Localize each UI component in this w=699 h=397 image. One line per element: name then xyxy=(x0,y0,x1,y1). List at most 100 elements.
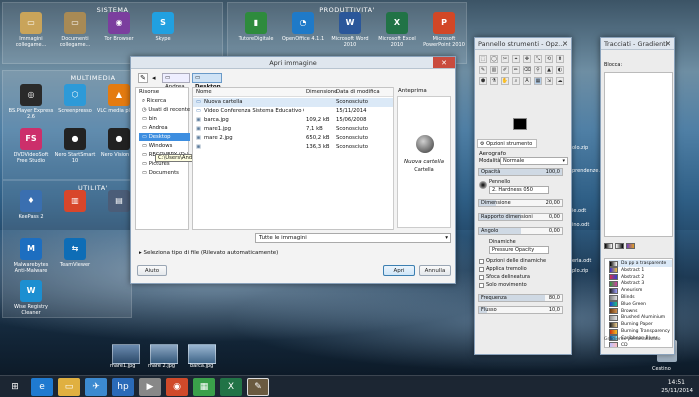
gradient-swatch[interactable] xyxy=(614,243,624,249)
option-checkbox[interactable]: Opzioni delle dinamiche xyxy=(479,258,546,264)
desktop-icon[interactable]: ◔ OpenOffice 4.1.1 xyxy=(280,12,326,42)
tool-icon[interactable]: ⬍ xyxy=(556,55,564,63)
desktop-icon[interactable]: ◉ Tor Browser xyxy=(96,12,142,42)
store-icon[interactable]: ▦ xyxy=(193,378,215,396)
place-item[interactable]: ◷ Usati di recente xyxy=(139,106,190,114)
internet-explorer-icon[interactable]: e xyxy=(31,378,53,396)
tool-icon[interactable]: ⟲ xyxy=(545,55,553,63)
tool-icon[interactable]: ▥ xyxy=(490,66,498,74)
tool-icon[interactable]: ✂ xyxy=(501,55,509,63)
desktop-file-label[interactable]: plo.zip xyxy=(572,268,588,274)
place-item[interactable]: ⌕ Ricerca xyxy=(139,97,190,105)
tool-icon[interactable]: ✥ xyxy=(523,55,531,63)
option-checkbox[interactable]: Solo movimento xyxy=(479,282,527,288)
media-app-icon[interactable]: ▶ xyxy=(139,378,161,396)
desktop-file-label[interactable]: ie.odt xyxy=(572,208,586,214)
tool-icon[interactable]: A xyxy=(523,77,531,85)
option-checkbox[interactable]: Applica tremolio xyxy=(479,266,527,272)
toolbox-titlebar[interactable]: Pannello strumenti - Opz... ✕ xyxy=(475,38,571,50)
help-button[interactable]: Aiuto xyxy=(137,265,167,276)
tool-icon[interactable]: ▦ xyxy=(534,77,542,85)
gradient-item[interactable]: CD xyxy=(609,342,672,347)
hp-app-icon[interactable]: hp xyxy=(112,378,134,396)
gimp-icon[interactable]: ✎ xyxy=(247,378,269,396)
select-file-type-toggle[interactable]: ▸ Seleziona tipo di file (Rilevato autom… xyxy=(139,250,278,256)
clock-time[interactable]: 14:51 xyxy=(668,379,685,386)
feather-app-icon[interactable]: ✈ xyxy=(85,378,107,396)
tool-icon[interactable]: ✐ xyxy=(501,66,509,74)
edit-path-icon[interactable]: ✎ xyxy=(138,73,148,83)
dynamics-select[interactable]: Pressure Opacity xyxy=(489,246,549,254)
tool-icon[interactable]: ⇲ xyxy=(545,77,553,85)
tool-icon[interactable]: ⤡ xyxy=(534,55,542,63)
clock-date[interactable]: 25/11/2014 xyxy=(661,388,693,394)
tool-icon[interactable]: ⬢ xyxy=(479,77,487,85)
column-date[interactable]: Data di modifica xyxy=(336,88,380,97)
desktop-icon[interactable]: ● Nero StartSmart 10 xyxy=(52,128,98,164)
ratio-slider[interactable]: Rapporto dimensioni 0,00 xyxy=(478,213,563,221)
chrome-icon[interactable]: ◉ xyxy=(166,378,188,396)
place-item[interactable]: ▭ Desktop xyxy=(139,133,190,141)
desktop-file-label[interactable]: olo.zip xyxy=(572,145,588,151)
desktop-icon[interactable]: ▮ TutoreDigitale xyxy=(233,12,279,42)
desktop-icon[interactable]: P Microsoft PowerPoint 2010 xyxy=(421,12,467,48)
tool-icon[interactable]: ▲ xyxy=(545,66,553,74)
desktop-icon[interactable]: ▭ Documenti collegame... xyxy=(52,12,98,48)
opacity-slider[interactable]: Opacità 100,0 xyxy=(478,168,563,176)
open-button[interactable]: Apri xyxy=(383,265,415,276)
thumbnail-barca[interactable] xyxy=(188,344,216,364)
desktop-icon[interactable]: X Microsoft Excel 2010 xyxy=(374,12,420,48)
desktop-icon[interactable]: ◎ BS.Player Express 2.6 xyxy=(8,84,54,120)
close-button[interactable]: ✕ xyxy=(433,57,455,68)
tool-icon[interactable]: ⌕ xyxy=(512,77,520,85)
desktop-icon[interactable]: ▭ Immagini collegame... xyxy=(8,12,54,48)
windows-start-icon[interactable]: ⊞ xyxy=(4,378,26,396)
tool-icon[interactable]: ◯ xyxy=(490,55,498,63)
tool-options-tab[interactable]: ⚙ Opzioni strumento xyxy=(477,139,537,148)
column-name[interactable]: Nome xyxy=(196,88,212,97)
file-filter-select[interactable]: Tutte le immagini ▾ xyxy=(255,233,451,243)
cancel-button[interactable]: Annulla xyxy=(419,265,451,276)
desktop-icon[interactable]: ⬡ Screenpresso xyxy=(52,84,98,114)
desktop-icon[interactable]: ▥ xyxy=(52,190,98,214)
paths-titlebar[interactable]: Tracciati - Gradienti ✕ xyxy=(601,38,674,50)
path-segment-desktop[interactable]: ▭ Desktop xyxy=(192,73,222,90)
tool-icon[interactable]: ◐ xyxy=(556,66,564,74)
tool-icon[interactable]: ⌫ xyxy=(523,66,531,74)
tool-icon[interactable]: ⚲ xyxy=(534,66,542,74)
path-segment-andrea[interactable]: ▭ Andrea xyxy=(162,73,190,90)
file-explorer-icon[interactable]: ▭ xyxy=(58,378,80,396)
desktop-icon[interactable]: W Microsoft Word 2010 xyxy=(327,12,373,48)
tool-icon[interactable]: ⚗ xyxy=(490,77,498,85)
desktop-icon[interactable]: ⇆ TeamViewer xyxy=(52,238,98,268)
column-size[interactable]: Dimensione xyxy=(306,88,337,97)
foreground-color[interactable] xyxy=(513,118,527,130)
thumbnail-mare2[interactable] xyxy=(150,344,178,364)
flow-slider[interactable]: Flusso 10,0 xyxy=(478,306,563,314)
excel-icon[interactable]: X xyxy=(220,378,242,396)
angle-slider[interactable]: Angolo 0,00 xyxy=(478,227,563,235)
desktop-icon[interactable]: W Wise Registry Cleaner xyxy=(8,280,54,316)
dialog-titlebar[interactable]: Apri immagine ✕ xyxy=(131,57,455,69)
place-item[interactable]: ▭ Documents xyxy=(139,169,190,177)
close-icon[interactable]: ✕ xyxy=(664,38,672,49)
tool-icon[interactable]: ✋ xyxy=(501,77,509,85)
rate-slider[interactable]: Frequenza 80,0 xyxy=(478,294,563,302)
desktop-icon[interactable]: FS DVDVideoSoft Free Studio xyxy=(8,128,54,164)
place-item[interactable]: ▭ Andrea xyxy=(139,124,190,132)
back-arrow-icon[interactable]: ◂ xyxy=(152,73,160,83)
size-slider[interactable]: Dimensione 20,00 xyxy=(478,199,563,207)
place-item[interactable]: ▭ bin xyxy=(139,115,190,123)
gradient-swatch[interactable] xyxy=(625,243,635,249)
tool-icon[interactable]: ⬚ xyxy=(479,55,487,63)
tool-icon[interactable]: ⌖ xyxy=(512,55,520,63)
desktop-icon[interactable]: S Skype xyxy=(140,12,186,42)
gradient-swatch[interactable] xyxy=(604,243,613,249)
close-icon[interactable]: ✕ xyxy=(561,38,569,49)
option-checkbox[interactable]: Sfoca delineatura xyxy=(479,274,530,280)
thumbnail-mare1[interactable] xyxy=(112,344,140,364)
tool-icon[interactable]: ☁ xyxy=(556,77,564,85)
place-item[interactable]: ▭ Windows xyxy=(139,142,190,150)
mode-select[interactable]: Normale ▾ xyxy=(500,157,568,165)
desktop-file-label[interactable]: ino.odt xyxy=(572,222,589,228)
